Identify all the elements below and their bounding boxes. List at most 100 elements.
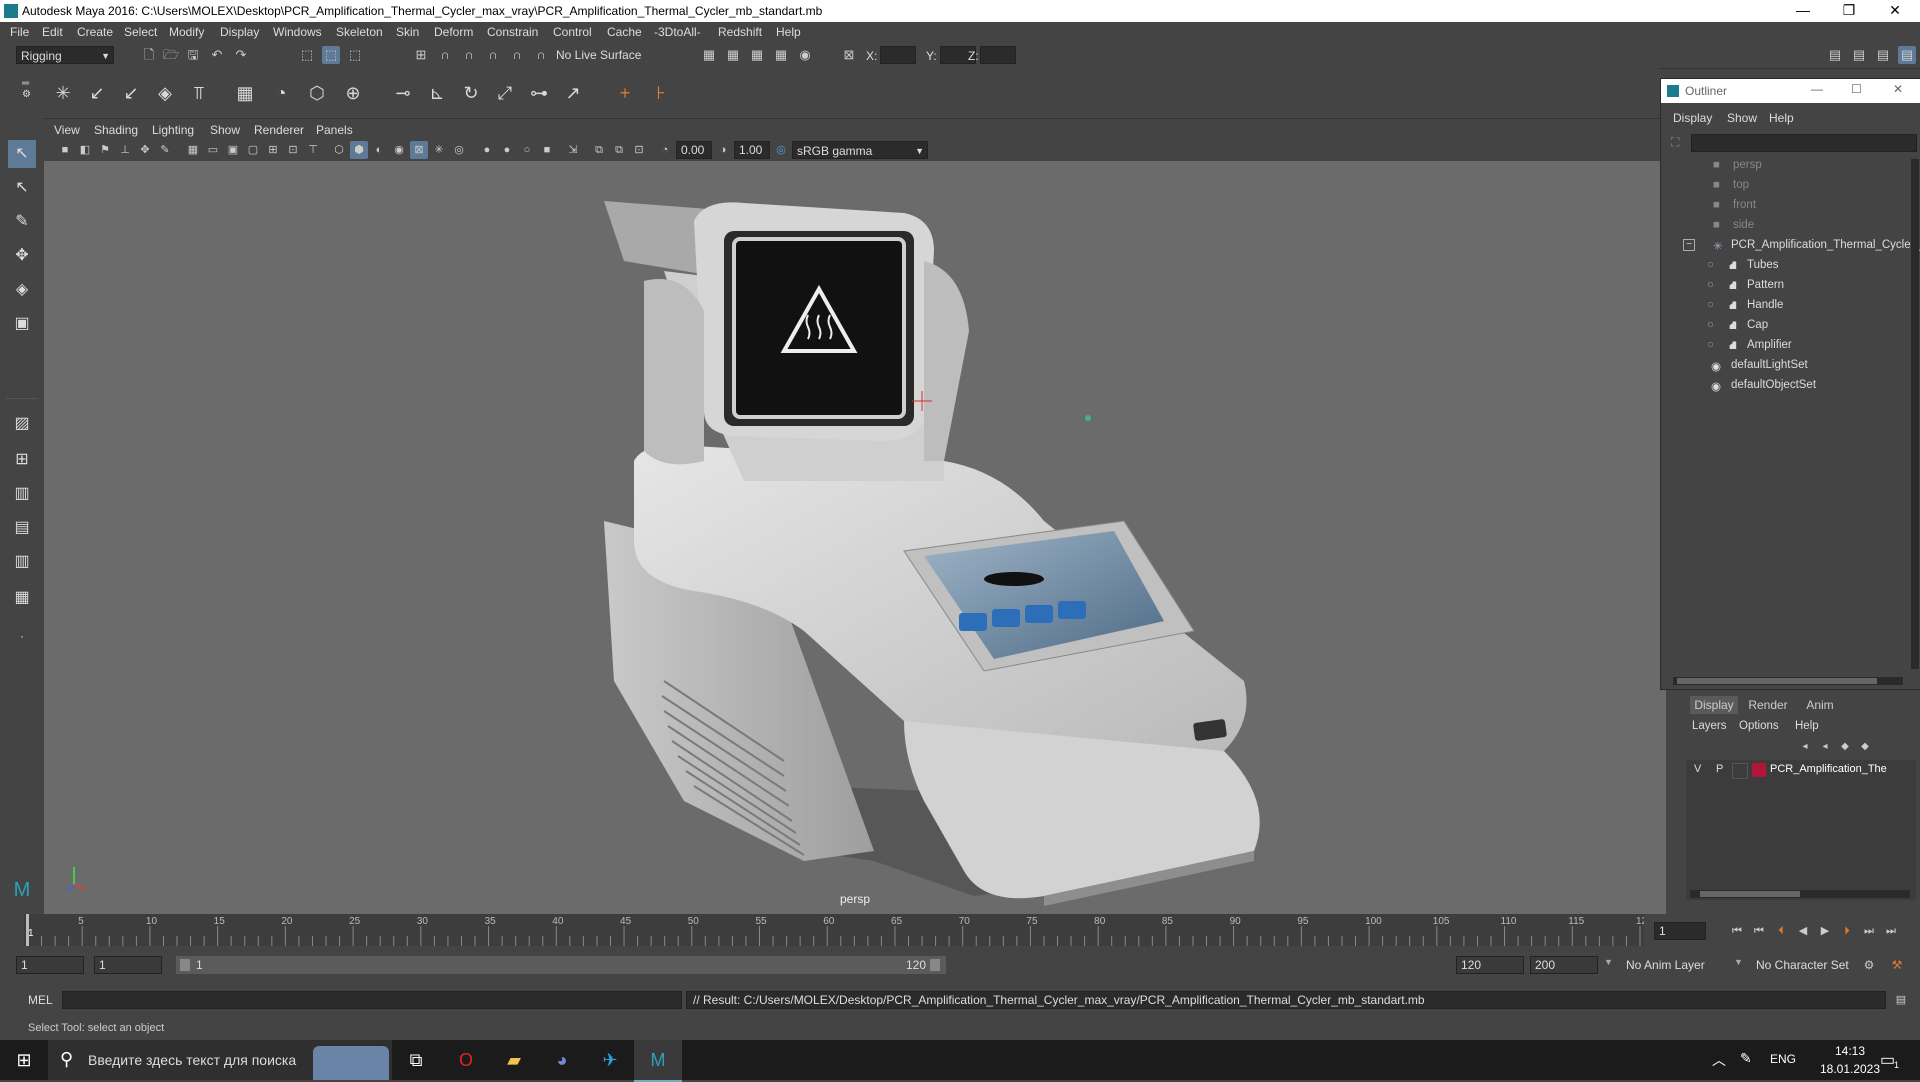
menuset-dropdown[interactable]: Rigging ▼	[16, 46, 114, 64]
playback-start-input[interactable]: 1	[94, 956, 162, 974]
channel-box-icon[interactable]: ▤	[1898, 46, 1916, 64]
persp-outliner-layout-icon[interactable]: ▥	[8, 480, 36, 508]
scale-tool-icon[interactable]: ▣	[8, 310, 36, 338]
gamma-input[interactable]: 1.00	[734, 141, 770, 159]
bookmark-icon[interactable]: ⚑	[96, 141, 114, 159]
render-current-icon[interactable]: ▦	[724, 46, 742, 64]
outliner-search-input[interactable]	[1691, 134, 1917, 152]
animation-preferences-icon[interactable]: ⚒	[1888, 956, 1906, 974]
layer-hscroll-thumb[interactable]	[1700, 891, 1800, 897]
vp-menu-panels[interactable]: Panels	[316, 123, 353, 137]
layer-row[interactable]: V P PCR_Amplification_The	[1686, 760, 1916, 780]
restore-button[interactable]: ❐	[1826, 0, 1872, 22]
layer-menu-options[interactable]: Options	[1739, 720, 1779, 732]
pole-vector-icon[interactable]: ↗	[560, 80, 586, 106]
notifications-icon[interactable]: ▭	[1880, 1050, 1895, 1070]
step-forward-frame-icon[interactable]: ⏵	[1838, 922, 1856, 940]
more-layouts-icon[interactable]: ·	[8, 622, 36, 650]
screen-space-ao-icon[interactable]: ●	[498, 141, 516, 159]
outliner-item-defaultobjectset[interactable]: ◉ defaultObjectSet	[1661, 379, 1901, 397]
script-editor-icon[interactable]: ▤	[1892, 991, 1910, 1009]
safe-action-icon[interactable]: ⊡	[284, 141, 302, 159]
ik-handle-icon[interactable]: ↙	[84, 80, 110, 106]
resolution-gate-icon[interactable]: ▣	[224, 141, 242, 159]
render-view-icon[interactable]: ▦	[700, 46, 718, 64]
menu-3dtoall[interactable]: -3DtoAll-	[654, 25, 701, 39]
menu-display[interactable]: Display	[220, 25, 259, 39]
persp-hypershade-layout-icon[interactable]: ▦	[8, 584, 36, 612]
joint-tool-icon[interactable]: ✳	[50, 80, 76, 106]
filter-icon[interactable]: ⛶	[1671, 135, 1679, 150]
snap-view-icon[interactable]: ∩	[484, 46, 502, 64]
make-live-icon[interactable]: ∩	[532, 46, 550, 64]
select-tool-icon[interactable]: ↖	[8, 140, 36, 168]
live-surface-field[interactable]: No Live Surface	[552, 46, 658, 64]
outliner-item-defaultlightset[interactable]: ◉ defaultLightSet	[1661, 359, 1901, 377]
menu-skin[interactable]: Skin	[396, 25, 419, 39]
maya-taskbar-icon[interactable]: M	[634, 1040, 682, 1082]
grid-toggle-icon[interactable]: ▦	[184, 141, 202, 159]
shadows-icon[interactable]: ●	[478, 141, 496, 159]
pen-icon[interactable]: ✎	[1740, 1050, 1752, 1067]
menu-control[interactable]: Control	[553, 25, 592, 39]
move-layer-down-icon[interactable]: ◂	[1816, 738, 1834, 756]
scene-start-input[interactable]: 1	[16, 956, 84, 974]
outliner-item-cap[interactable]: ○ ⛘ Cap	[1661, 319, 1901, 337]
depth-of-field-icon[interactable]: ⊡	[630, 141, 648, 159]
camera-icon[interactable]: ■	[56, 141, 74, 159]
cluster-icon[interactable]: ⊕	[340, 80, 366, 106]
select-component-icon[interactable]: ⬚	[346, 46, 364, 64]
use-default-material-icon[interactable]: ◐	[370, 141, 388, 159]
ipr-render-icon[interactable]: ▦	[748, 46, 766, 64]
file-explorer-icon[interactable]: ▰	[490, 1040, 538, 1080]
gate-mask-icon[interactable]: ▢	[244, 141, 262, 159]
lasso-tool-icon[interactable]: ↖	[8, 174, 36, 202]
undo-icon[interactable]: ↶	[208, 46, 226, 64]
color-management-icon[interactable]: ◎	[772, 141, 790, 159]
tab-anim[interactable]: Anim	[1796, 696, 1844, 714]
outliner-maximize-button[interactable]: ☐	[1851, 82, 1862, 96]
viewport-canvas[interactable]: persp	[44, 161, 1666, 914]
mirror-joint-icon[interactable]: ◈	[152, 80, 178, 106]
snap-point-icon[interactable]: ∩	[460, 46, 478, 64]
outliner-hscroll-thumb[interactable]	[1677, 678, 1877, 684]
go-to-end-icon[interactable]: ⏭	[1882, 922, 1900, 940]
menu-modify[interactable]: Modify	[169, 25, 204, 39]
outliner-item-amplifier[interactable]: ○ ⛘ Amplifier	[1661, 339, 1901, 357]
wireframe-on-shaded-icon[interactable]: ◉	[390, 141, 408, 159]
menu-file[interactable]: File	[10, 25, 29, 39]
move-tool-icon[interactable]: ✥	[8, 242, 36, 270]
move-layer-up-icon[interactable]: ◂	[1796, 738, 1814, 756]
outliner-item-tubes[interactable]: ○ ⛘ Tubes	[1661, 259, 1901, 277]
menu-redshift[interactable]: Redshift	[718, 25, 762, 39]
play-backward-icon[interactable]: ◀	[1794, 922, 1812, 940]
four-view-layout-icon[interactable]: ⊞	[8, 446, 36, 474]
time-slider[interactable]: 5 10 15 20 25 30 35 40 45 50 55 60 65 70 75 80 85 90 95 100…	[0, 914, 1920, 948]
bind-skin-icon[interactable]: ▦	[232, 80, 258, 106]
menu-constrain[interactable]: Constrain	[487, 25, 538, 39]
snap-surface-icon[interactable]: ∩	[508, 46, 526, 64]
playback-end-input[interactable]: 120	[1456, 956, 1524, 974]
vp-menu-view[interactable]: View	[54, 123, 80, 137]
lattice-icon[interactable]: ⬡	[304, 80, 330, 106]
outliner-minimize-button[interactable]: —	[1811, 82, 1823, 96]
redo-icon[interactable]: ↷	[232, 46, 250, 64]
render-settings-icon[interactable]: ▦	[772, 46, 790, 64]
outliner-item-pcr-group[interactable]: − ✳ PCR_Amplification_Thermal_Cycler_	[1661, 239, 1920, 257]
paint-weights-icon[interactable]: ◔	[268, 80, 294, 106]
menu-select[interactable]: Select	[124, 25, 157, 39]
collapse-toggle[interactable]: −	[1683, 239, 1695, 251]
outliner-item-side[interactable]: ■ side	[1661, 219, 1901, 237]
snap-grid-icon[interactable]: ⊞	[412, 46, 430, 64]
grease-pencil-icon[interactable]: ✎	[156, 141, 174, 159]
orient-joint-icon[interactable]: ⫪	[186, 80, 212, 106]
persp-graph-layout-icon[interactable]: ▤	[8, 514, 36, 542]
close-button[interactable]: ✕	[1872, 0, 1918, 22]
outliner-item-persp[interactable]: ■ persp	[1661, 159, 1901, 177]
new-layer-selected-icon[interactable]: ◆	[1856, 738, 1874, 756]
point-constraint-icon[interactable]: ⊸	[390, 80, 416, 106]
range-start-handle[interactable]	[180, 959, 190, 971]
vp-menu-lighting[interactable]: Lighting	[152, 123, 194, 137]
transform-input-icon[interactable]: ⊠	[840, 46, 858, 64]
step-back-key-icon[interactable]: ⏮	[1750, 922, 1768, 940]
